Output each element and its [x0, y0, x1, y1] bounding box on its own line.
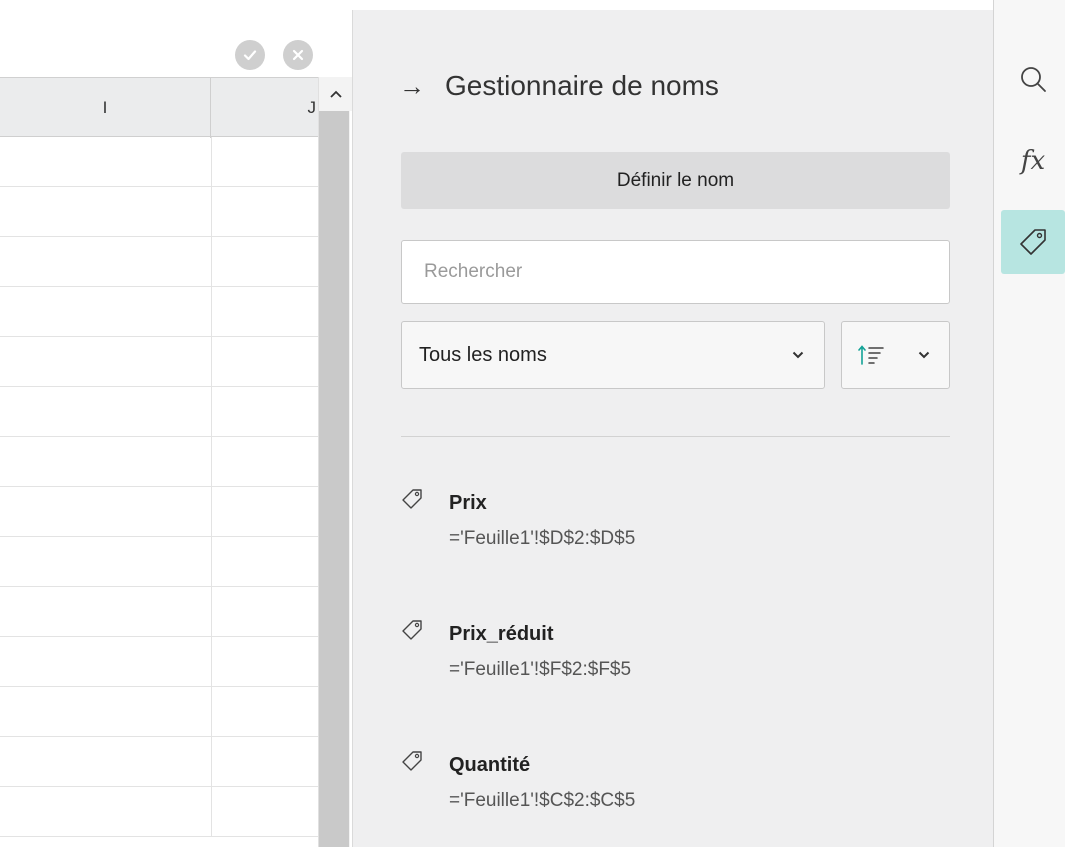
scrollbar-thumb[interactable] [319, 111, 349, 847]
name-list-item[interactable]: Quantité ='Feuille1'!$C$2:$C$5 [401, 750, 950, 820]
name-reference: ='Feuille1'!$D$2:$D$5 [449, 528, 636, 549]
cell-grid[interactable] [0, 137, 318, 847]
name-manager-panel: → Gestionnaire de noms Définir le nom To… [352, 10, 993, 847]
name-manager-button[interactable] [1001, 210, 1065, 274]
spreadsheet-area: I J [0, 0, 354, 847]
close-icon [292, 49, 304, 61]
table-row[interactable] [0, 387, 318, 437]
name-list-item[interactable]: Prix_réduit ='Feuille1'!$F$2:$F$5 [401, 619, 950, 689]
name-reference: ='Feuille1'!$C$2:$C$5 [449, 790, 636, 811]
name-reference: ='Feuille1'!$F$2:$F$5 [449, 659, 632, 680]
formula-bar [0, 10, 352, 76]
column-header-i[interactable]: I [0, 78, 211, 138]
sort-ascending-icon [858, 345, 884, 365]
table-row[interactable] [0, 487, 318, 537]
table-row[interactable] [0, 287, 318, 337]
table-row[interactable] [0, 537, 318, 587]
table-row[interactable] [0, 437, 318, 487]
panel-title: Gestionnaire de noms [445, 70, 719, 101]
name-list-item[interactable]: Prix ='Feuille1'!$D$2:$D$5 [401, 488, 950, 558]
collapse-arrow-icon[interactable]: → [399, 71, 425, 102]
column-header-j[interactable]: J [211, 78, 318, 138]
tag-icon [402, 620, 422, 640]
confirm-formula-button[interactable] [235, 40, 265, 70]
search-button[interactable] [1001, 47, 1065, 111]
table-row[interactable] [0, 587, 318, 637]
sort-dropdown[interactable] [841, 321, 950, 389]
table-row[interactable] [0, 337, 318, 387]
tag-icon [402, 489, 422, 509]
table-row[interactable] [0, 637, 318, 687]
table-row[interactable] [0, 187, 318, 237]
table-row[interactable] [0, 137, 318, 187]
check-icon [243, 50, 257, 61]
table-row[interactable] [0, 237, 318, 287]
tag-icon [1020, 229, 1046, 255]
scroll-up-icon[interactable] [319, 77, 352, 111]
table-row[interactable] [0, 787, 318, 837]
cancel-formula-button[interactable] [283, 40, 313, 70]
search-icon [1021, 67, 1046, 92]
function-icon: fx [1020, 146, 1046, 176]
chevron-down-icon [792, 351, 804, 359]
app-window: I J → Gestionnaire de noms Définir le no… [0, 0, 1065, 847]
search-input[interactable] [401, 240, 950, 304]
functions-button[interactable]: fx [1001, 129, 1065, 193]
right-toolbar: fx [993, 0, 1065, 847]
vertical-scrollbar[interactable] [318, 77, 354, 847]
filter-value: Tous les noms [419, 343, 547, 366]
names-filter-select[interactable]: Tous les noms [401, 321, 825, 389]
chevron-down-icon [918, 351, 930, 359]
table-row[interactable] [0, 687, 318, 737]
table-row[interactable] [0, 737, 318, 787]
name-label: Prix [449, 492, 487, 514]
tag-icon [402, 751, 422, 771]
column-header-row: I J [0, 77, 318, 138]
panel-header: → Gestionnaire de noms [399, 70, 719, 102]
name-label: Quantité [449, 754, 531, 776]
name-label: Prix_réduit [449, 623, 554, 645]
divider [401, 436, 950, 437]
define-name-button[interactable]: Définir le nom [401, 152, 950, 209]
